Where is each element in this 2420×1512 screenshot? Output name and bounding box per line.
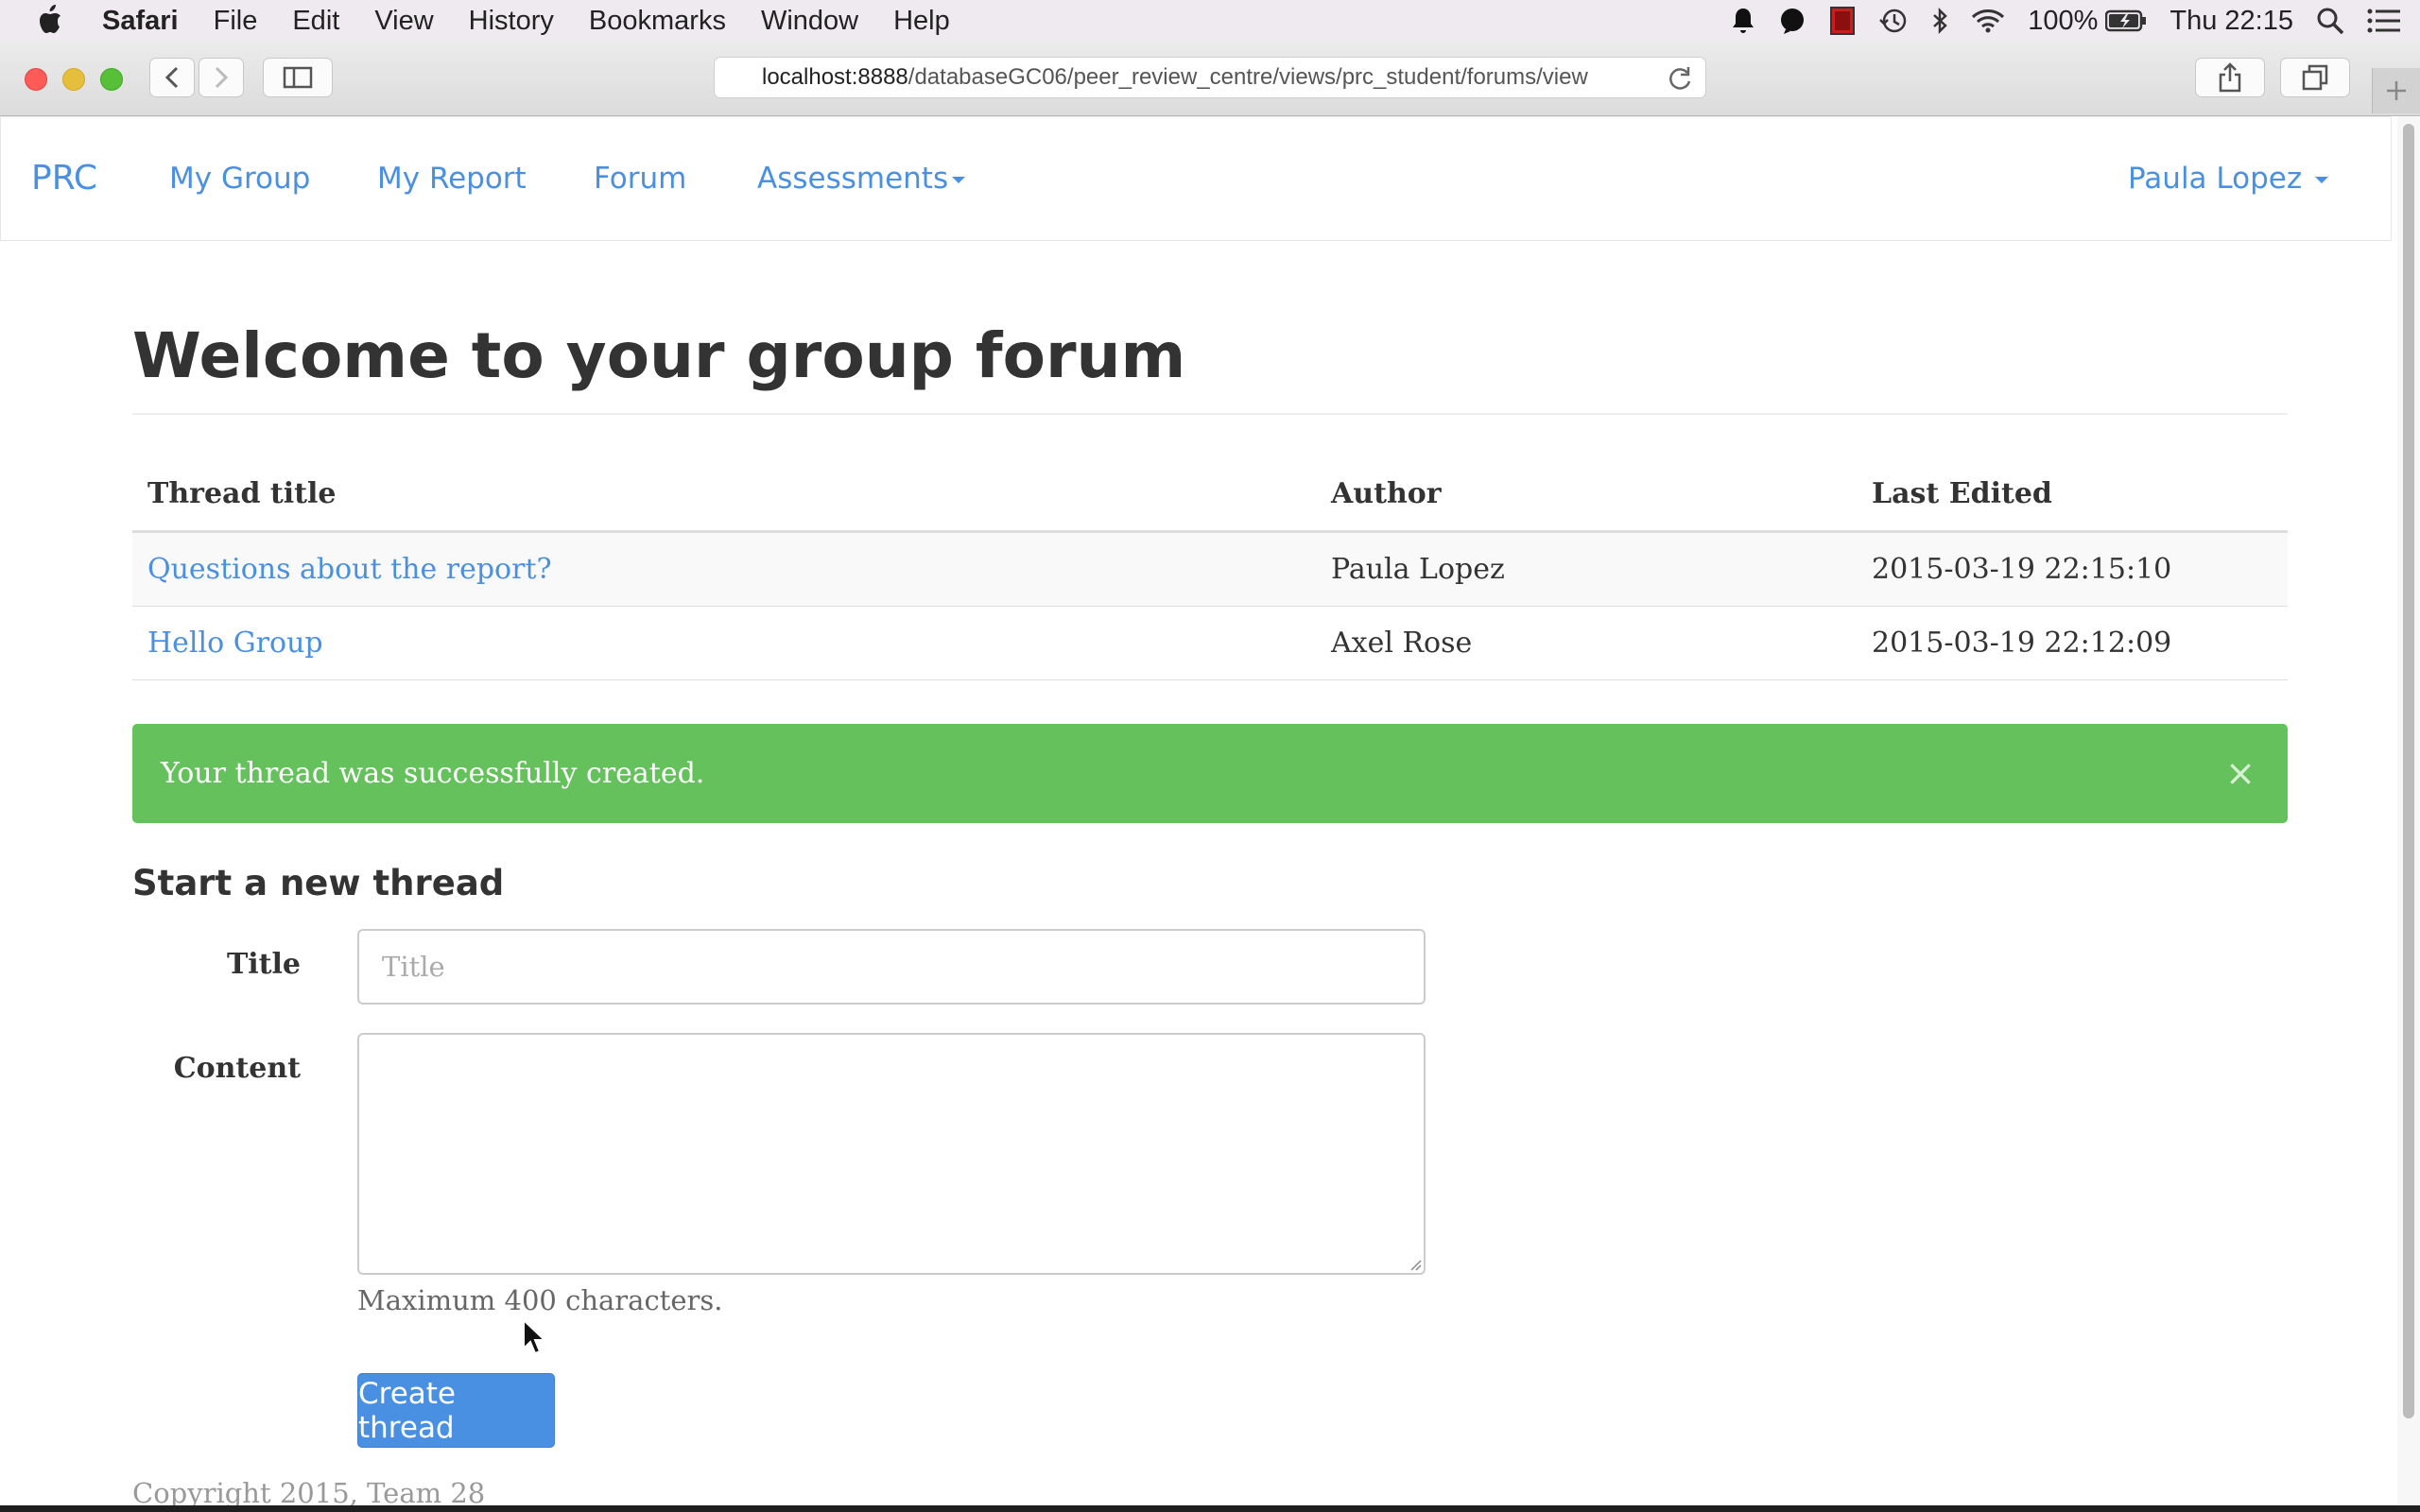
thread-link[interactable]: Questions about the report?	[147, 553, 552, 586]
threads-table: Thread title Author Last Edited Question…	[132, 456, 2288, 680]
web-page: PRC My Group My Report Forum Assessments…	[0, 116, 2397, 1505]
menu-app-safari[interactable]: Safari	[102, 6, 179, 37]
tabs-icon	[2302, 64, 2328, 91]
table-row: Hello Group Axel Rose 2015-03-19 22:12:0…	[132, 606, 2288, 680]
scrollbar-thumb[interactable]	[2403, 124, 2414, 1418]
column-header-last-edited: Last Edited	[1857, 456, 2288, 533]
time-machine-icon[interactable]	[1878, 7, 1909, 35]
page-title: Welcome to your group forum	[132, 319, 2288, 415]
apple-icon[interactable]	[36, 4, 62, 43]
share-icon	[2219, 62, 2241, 93]
tabs-overview-button[interactable]	[2280, 58, 2350, 97]
back-button[interactable]	[149, 58, 195, 97]
menu-history[interactable]: History	[469, 6, 554, 37]
column-header-thread-title: Thread title	[132, 456, 1316, 533]
url-path: /databaseGC06/peer_review_centre/views/p…	[908, 64, 1588, 90]
minimize-window-button[interactable]	[62, 68, 85, 91]
menu-view[interactable]: View	[374, 6, 433, 37]
table-row: Questions about the report? Paula Lopez …	[132, 531, 2288, 607]
thread-edited-cell: 2015-03-19 22:12:09	[1857, 606, 2288, 680]
battery-icon[interactable]	[2105, 9, 2147, 32]
chevron-left-icon	[164, 66, 179, 89]
menu-help[interactable]: Help	[893, 6, 950, 37]
site-navbar: PRC My Group My Report Forum Assessments…	[0, 116, 2392, 241]
menu-window[interactable]: Window	[761, 6, 858, 37]
mouse-pointer-icon	[523, 1318, 546, 1355]
page-scrollbar[interactable]	[2397, 116, 2420, 1505]
url-host: localhost:8888	[762, 64, 908, 90]
nav-forum[interactable]: Forum	[594, 162, 686, 196]
browser-toolbar: localhost:8888/databaseGC06/peer_review_…	[0, 42, 2420, 116]
content-help-text: Maximum 400 characters.	[357, 1284, 723, 1316]
new-thread-heading: Start a new thread	[132, 863, 505, 903]
thread-edited-cell: 2015-03-19 22:15:10	[1857, 531, 2288, 607]
menu-file[interactable]: File	[214, 6, 258, 37]
title-label: Title	[226, 948, 301, 981]
nav-my-report[interactable]: My Report	[377, 162, 527, 196]
nav-assessments-dropdown[interactable]: Assessments	[757, 162, 966, 196]
brand-link[interactable]: PRC	[31, 159, 97, 198]
menu-bookmarks[interactable]: Bookmarks	[589, 6, 726, 37]
user-name: Paula Lopez	[2128, 162, 2303, 196]
user-menu-dropdown[interactable]: Paula Lopez	[2128, 162, 2328, 196]
sidebar-icon	[283, 66, 313, 89]
title-input[interactable]	[357, 929, 1426, 1005]
caret-down-icon	[952, 177, 966, 183]
create-thread-button[interactable]: Create thread	[357, 1373, 555, 1448]
close-window-button[interactable]	[25, 68, 47, 91]
alert-message: Your thread was successfully created.	[161, 757, 705, 790]
notification-center-icon[interactable]	[2367, 9, 2401, 33]
sidebar-toggle-button[interactable]	[263, 58, 333, 97]
clock[interactable]: Thu 22:15	[2169, 6, 2293, 37]
notification-bell-icon[interactable]	[1731, 7, 1755, 35]
thread-link[interactable]: Hello Group	[147, 627, 323, 660]
thread-author-cell: Paula Lopez	[1316, 531, 1857, 607]
caret-down-icon	[2314, 177, 2328, 183]
content-textarea[interactable]	[357, 1033, 1426, 1275]
nav-assessments-label: Assessments	[757, 162, 949, 196]
content-label: Content	[173, 1052, 301, 1085]
close-icon[interactable]: ×	[2225, 752, 2256, 794]
success-alert: Your thread was successfully created. ×	[132, 724, 2288, 823]
battery-percent: 100%	[2028, 5, 2099, 36]
table-header-row: Thread title Author Last Edited	[132, 456, 2288, 533]
bottom-edge	[0, 1505, 2420, 1512]
plus-icon	[2387, 81, 2406, 100]
menu-bar: Safari File Edit View History Bookmarks …	[0, 0, 2420, 42]
menu-edit[interactable]: Edit	[292, 6, 339, 37]
address-bar[interactable]: localhost:8888/databaseGC06/peer_review_…	[714, 57, 1706, 98]
footer-copyright: Copyright 2015, Team 28	[132, 1477, 486, 1505]
thread-author-cell: Axel Rose	[1316, 606, 1857, 680]
reload-icon[interactable]	[1668, 65, 1692, 97]
recording-icon[interactable]	[1829, 6, 1856, 36]
share-button[interactable]	[2195, 58, 2265, 97]
thread-title-cell: Hello Group	[132, 606, 1316, 680]
url-text: localhost:8888/databaseGC06/peer_review_…	[762, 64, 1660, 91]
resize-handle-icon[interactable]	[1409, 1258, 1422, 1271]
zoom-window-button[interactable]	[100, 68, 123, 91]
nav-my-group[interactable]: My Group	[169, 162, 310, 196]
chat-bubble-icon[interactable]	[1778, 7, 1806, 35]
forward-button[interactable]	[199, 58, 244, 97]
bluetooth-icon[interactable]	[1931, 7, 1948, 35]
wifi-icon[interactable]	[1971, 8, 2005, 34]
spotlight-search-icon[interactable]	[2316, 7, 2344, 35]
thread-title-cell: Questions about the report?	[132, 531, 1316, 607]
chevron-right-icon	[215, 66, 229, 89]
column-header-author: Author	[1316, 456, 1857, 533]
new-tab-button[interactable]	[2372, 68, 2420, 113]
